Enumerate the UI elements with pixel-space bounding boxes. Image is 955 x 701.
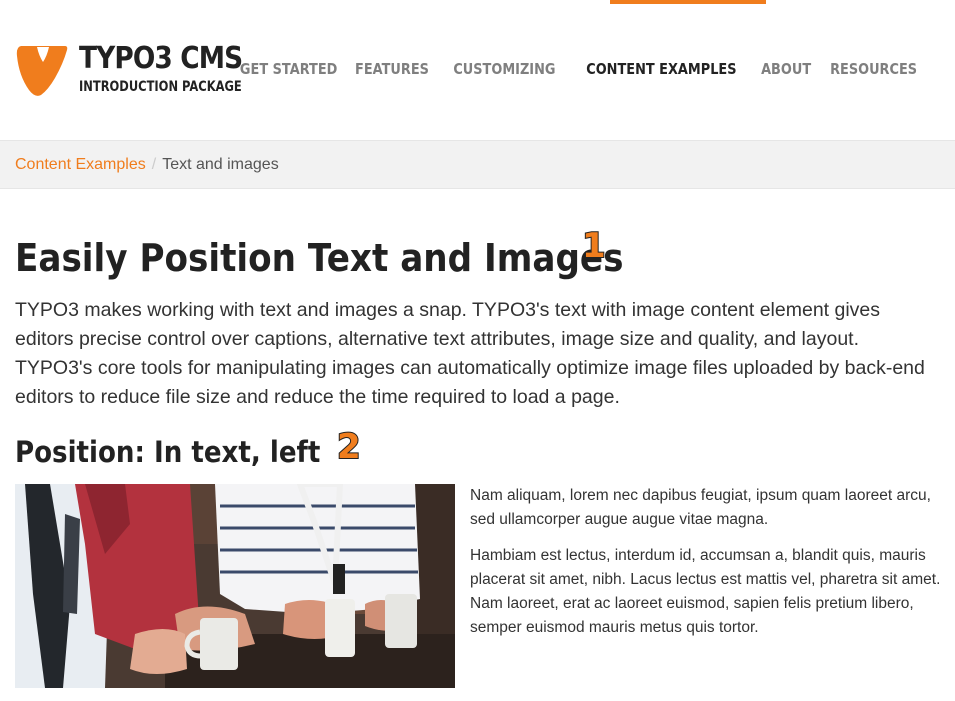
active-nav-indicator bbox=[610, 0, 766, 4]
logo-subtitle: INTRODUCTION PACKAGE bbox=[79, 79, 242, 95]
breadcrumb-link-content-examples[interactable]: Content Examples bbox=[15, 156, 146, 173]
nav-about[interactable]: ABOUT bbox=[761, 60, 811, 78]
nav-resources[interactable]: RESOURCES bbox=[830, 60, 917, 78]
people-with-mugs-photo bbox=[15, 484, 455, 688]
nav-customizing[interactable]: CUSTOMIZING bbox=[453, 60, 555, 78]
content-paragraph-1: Nam aliquam, lorem nec dapibus feugiat, … bbox=[470, 487, 931, 528]
section-title: Position: In text, left bbox=[15, 435, 321, 469]
logo-title: TYPO3 CMS bbox=[79, 41, 243, 76]
logo[interactable]: TYPO3 CMS INTRODUCTION PACKAGE bbox=[15, 38, 243, 98]
nav-features[interactable]: FEATURES bbox=[355, 60, 429, 78]
annotation-marker-1: 1 bbox=[581, 225, 607, 267]
breadcrumb-separator: / bbox=[151, 156, 157, 173]
content-image bbox=[15, 484, 455, 688]
annotation-marker-2: 2 bbox=[336, 426, 362, 468]
main-nav: GET STARTED FEATURES CUSTOMIZING CONTENT… bbox=[232, 60, 924, 78]
intro-paragraph: TYPO3 makes working with text and images… bbox=[15, 299, 925, 408]
breadcrumb-current: Text and images bbox=[162, 156, 279, 173]
page-title: Easily Position Text and Images bbox=[15, 236, 624, 280]
breadcrumb: Content Examples / Text and images bbox=[0, 140, 955, 189]
content-text: Nam aliquam, lorem nec dapibus feugiat, … bbox=[470, 484, 955, 652]
nav-content-examples[interactable]: CONTENT EXAMPLES bbox=[586, 60, 736, 78]
content-paragraph-2: Hambiam est lectus, interdum id, accumsa… bbox=[470, 547, 941, 636]
nav-get-started[interactable]: GET STARTED bbox=[240, 60, 337, 78]
typo3-logo-icon bbox=[16, 46, 68, 96]
